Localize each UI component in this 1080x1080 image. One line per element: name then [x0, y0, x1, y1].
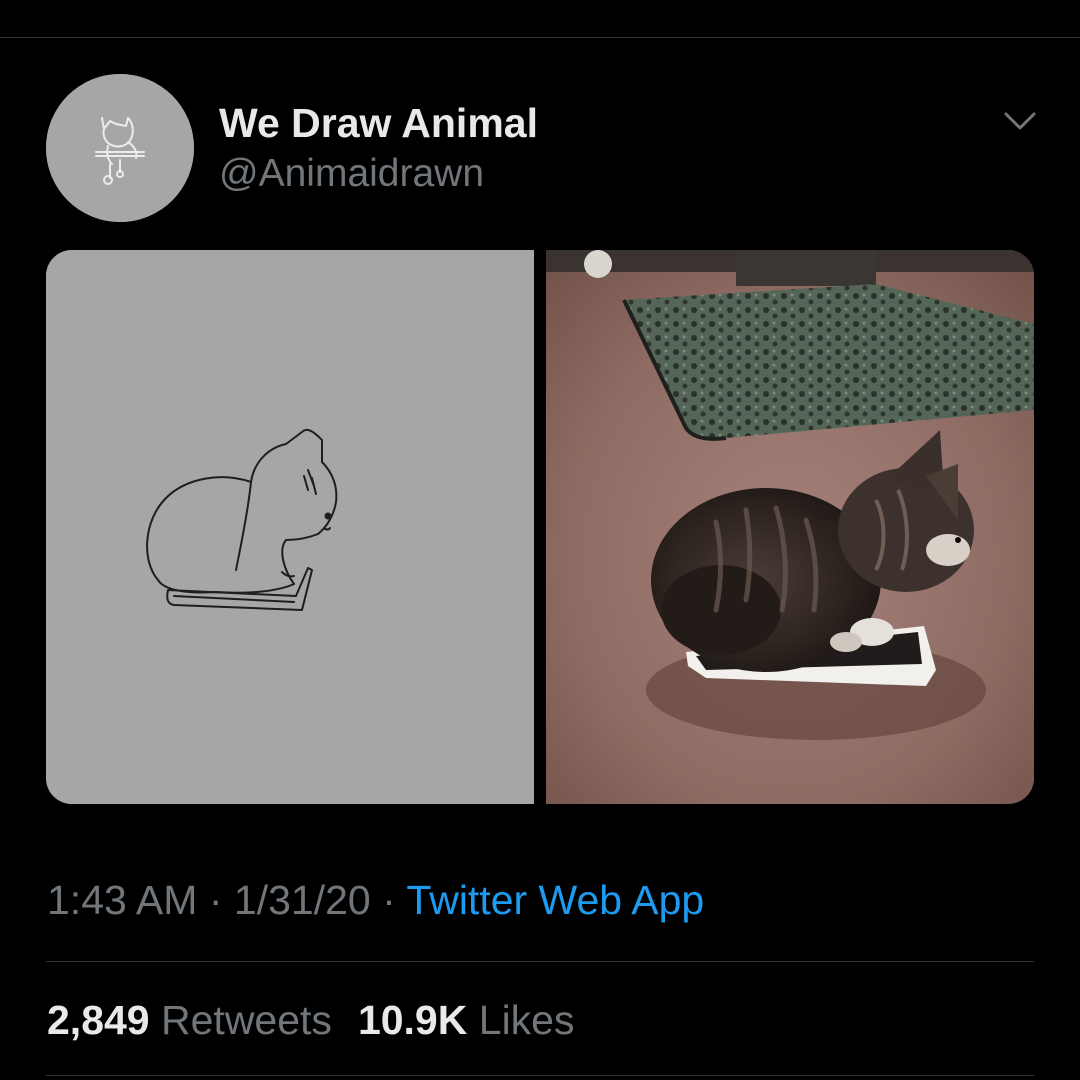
retweets-count: 2,849: [47, 997, 150, 1043]
retweets-label: Retweets: [161, 997, 332, 1043]
cat-loaf-on-phone-drawing: [46, 250, 534, 804]
bottom-divider: [46, 1075, 1034, 1076]
meta-separator: ·: [208, 877, 223, 923]
cat-drawing-avatar-icon: [46, 74, 194, 222]
retweets-stat[interactable]: 2,849 Retweets: [47, 995, 332, 1045]
stats-divider: [46, 961, 1034, 962]
tweet-date[interactable]: 1/31/20: [234, 877, 371, 923]
tweet-stats: 2,849 Retweets 10.9K Likes: [47, 995, 574, 1045]
tweet-time[interactable]: 1:43 AM: [47, 877, 197, 923]
media-drawing[interactable]: [46, 250, 534, 804]
avatar[interactable]: [46, 74, 194, 222]
tweet-media-grid: [46, 250, 1034, 804]
tweet-meta: 1:43 AM · 1/31/20 · Twitter Web App: [47, 875, 704, 925]
top-divider: [0, 37, 1080, 38]
media-photo[interactable]: [546, 250, 1034, 804]
likes-label: Likes: [478, 997, 575, 1043]
chevron-down-icon: [1004, 112, 1036, 130]
kitten-on-phone-photo: [546, 250, 1034, 804]
tweet-source-link[interactable]: Twitter Web App: [406, 877, 704, 923]
author-handle[interactable]: @Animaidrawn: [219, 150, 484, 198]
more-options-button[interactable]: [1000, 104, 1040, 138]
likes-count: 10.9K: [357, 997, 468, 1043]
meta-separator: ·: [382, 877, 396, 923]
author-display-name[interactable]: We Draw Animal: [219, 99, 538, 147]
likes-stat[interactable]: 10.9K Likes: [358, 995, 575, 1045]
